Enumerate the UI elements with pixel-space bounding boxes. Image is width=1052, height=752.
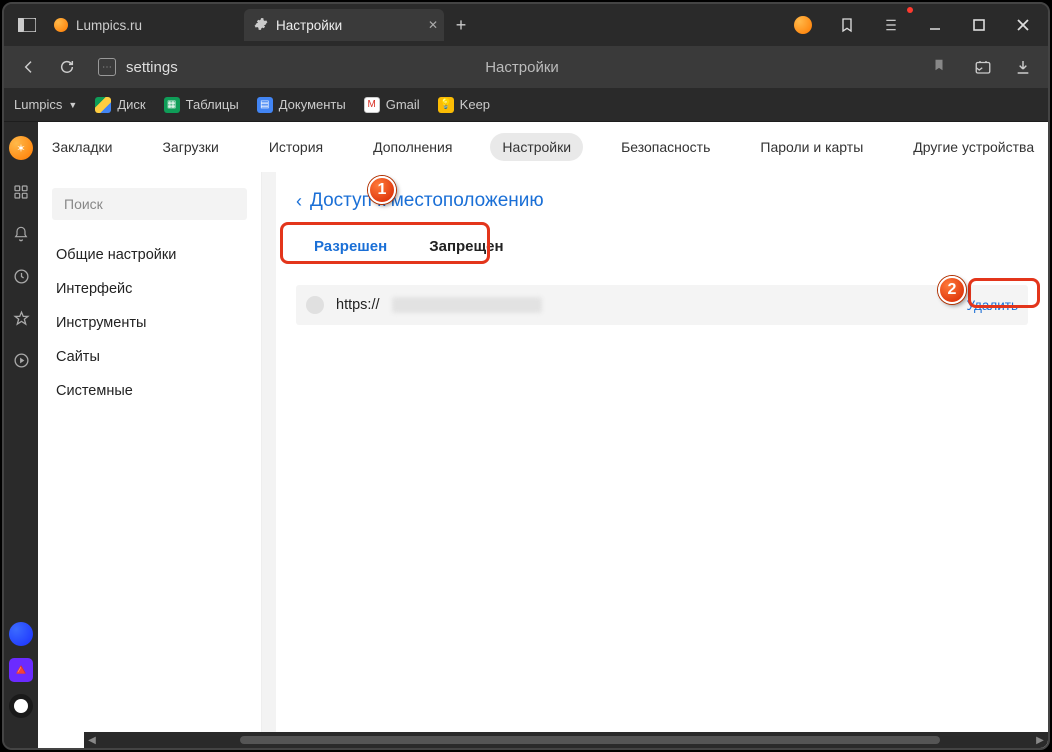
scroll-right-arrow[interactable]: ▶ [1032,735,1048,746]
sidebar-item-general[interactable]: Общие настройки [38,238,261,272]
bookmark-gmail[interactable]: M Gmail [364,97,420,113]
scroll-track[interactable] [100,735,1032,745]
tab-downloads[interactable]: Загрузки [150,133,230,161]
reload-button[interactable] [50,52,84,82]
messenger-icon-1[interactable] [9,622,33,646]
close-icon[interactable]: ✕ [428,18,438,32]
page-title-center: Настройки [88,59,956,76]
play-icon[interactable] [11,350,31,370]
bookmark-label: Документы [279,97,346,112]
tab-lumpics[interactable]: Lumpics.ru [44,9,244,41]
chevron-down-icon: ▼ [68,100,77,110]
keep-icon: 💡 [438,97,454,113]
bookmark-folder-lumpics[interactable]: Lumpics ▼ [14,97,77,112]
tab-denied[interactable]: Запрещен [411,230,521,263]
window-titlebar: Lumpics.ru Настройки ✕ + [4,4,1048,46]
tab-security[interactable]: Безопасность [609,133,722,161]
orange-icon [54,18,68,32]
settings-page: Закладки Загрузки История Дополнения Нас… [38,122,1048,748]
scroll-thumb[interactable] [240,736,940,744]
tab-history[interactable]: История [257,133,335,161]
messenger-icon-2[interactable]: 🔺 [9,658,33,682]
extensions-button[interactable] [966,52,1000,82]
bookmarks-button[interactable] [828,10,866,40]
drive-icon [95,97,111,113]
downloads-button[interactable] [1006,52,1040,82]
site-url-blurred [392,297,542,313]
omnibox[interactable]: ⋯ settings Настройки [88,51,956,83]
bookmark-label: Keep [460,97,490,112]
tab-addons[interactable]: Дополнения [361,133,464,161]
tab-label: Настройки [276,18,342,33]
tab-passwords[interactable]: Пароли и карты [748,133,875,161]
tab-devices[interactable]: Другие устройства [901,133,1046,161]
site-url-prefix: https:// [336,297,380,313]
annotation-badge-2: 2 [938,276,966,304]
tab-bookmarks[interactable]: Закладки [40,133,125,161]
gear-icon [254,17,268,34]
new-tab-button[interactable]: + [446,10,476,40]
settings-sidebar: Поиск Общие настройки Интерфейс Инструме… [38,172,262,748]
permission-tabs: Разрешен Запрещен [296,230,1028,263]
bookmark-keep[interactable]: 💡 Keep [438,97,490,113]
maximize-button[interactable] [960,10,998,40]
delete-button[interactable]: Удалить [966,298,1018,313]
docs-icon: ▤ [257,97,273,113]
history-icon[interactable] [11,266,31,286]
site-entry-row[interactable]: https:// Удалить [296,285,1028,325]
sidebar-item-system[interactable]: Системные [38,374,261,408]
sidebar-item-interface[interactable]: Интерфейс [38,272,261,306]
bell-icon[interactable] [11,224,31,244]
site-info-icon[interactable]: ⋯ [98,58,116,76]
apps-icon[interactable] [11,182,31,202]
tab-settings[interactable]: Настройки ✕ [244,9,444,41]
scroll-left-arrow[interactable]: ◀ [84,735,100,746]
messenger-icon-3[interactable] [9,694,33,718]
search-input[interactable]: Поиск [52,188,247,220]
horizontal-scrollbar[interactable]: ◀ ▶ [84,732,1048,748]
close-window-button[interactable] [1004,10,1042,40]
browser-side-panel: 🔺 [4,122,38,748]
bookmark-sheets[interactable]: ▦ Таблицы [164,97,239,113]
breadcrumb-label: Доступ к местоположению [310,190,544,212]
sheets-icon: ▦ [164,97,180,113]
annotation-badge-1: 1 [368,176,396,204]
back-button[interactable] [12,52,46,82]
tab-label: Lumpics.ru [76,18,142,33]
bookmark-label: Диск [117,97,145,112]
sidebar-item-tools[interactable]: Инструменты [38,306,261,340]
notifications-button[interactable] [872,10,910,40]
star-icon[interactable] [11,308,31,328]
bookmark-label: Таблицы [186,97,239,112]
bookmark-docs[interactable]: ▤ Документы [257,97,346,113]
profile-icon[interactable] [794,16,812,34]
gmail-icon: M [364,97,380,113]
bookmark-icon[interactable] [932,57,946,78]
settings-top-nav: Закладки Загрузки История Дополнения Нас… [38,122,1048,172]
minimize-button[interactable] [916,10,954,40]
url-text: settings [126,59,178,76]
address-bar: ⋯ settings Настройки [4,46,1048,88]
bookmark-label: Gmail [386,97,420,112]
site-favicon [306,296,324,314]
home-orange-icon[interactable] [9,136,33,160]
breadcrumb[interactable]: ‹ Доступ к местоположению [296,190,1028,212]
sidebar-toggle-button[interactable] [12,10,42,40]
tab-allowed[interactable]: Разрешен [296,230,405,263]
sidebar-item-sites[interactable]: Сайты [38,340,261,374]
bookmark-label: Lumpics [14,97,62,112]
tab-settings-main[interactable]: Настройки [490,133,583,161]
bookmark-drive[interactable]: Диск [95,97,145,113]
bookmarks-bar: Lumpics ▼ Диск ▦ Таблицы ▤ Документы M Gmai… [4,88,1048,122]
chevron-left-icon: ‹ [296,191,302,212]
settings-main-panel: ‹ Доступ к местоположению Разрешен Запре… [276,172,1048,748]
